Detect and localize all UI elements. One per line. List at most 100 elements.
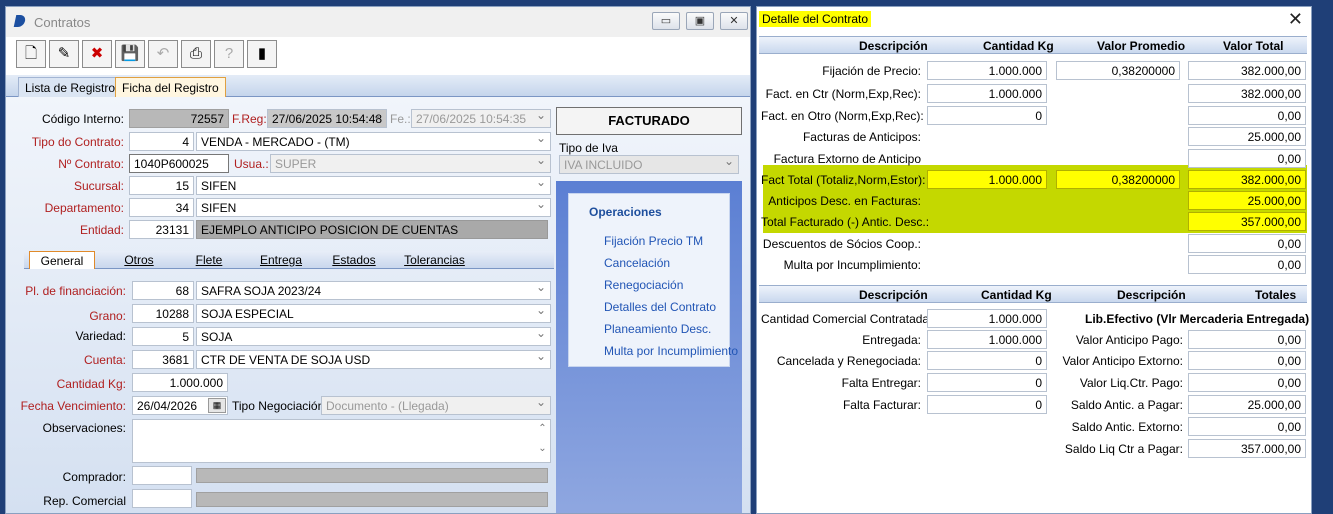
new-document-icon[interactable]: 🗋: [16, 40, 46, 68]
rep-comercial-code[interactable]: [132, 489, 192, 508]
row-promedio[interactable]: 0,38200000: [1056, 170, 1180, 189]
tipo-contrato-label: Tipo do Contrato:: [31, 135, 124, 149]
row-kg[interactable]: 0: [927, 106, 1047, 125]
cuenta-select[interactable]: CTR DE VENTA DE SOJA USD: [196, 350, 551, 369]
row2-kg[interactable]: 1.000.000: [927, 309, 1047, 328]
row2-kg[interactable]: 0: [927, 395, 1047, 414]
nro-contrato-field[interactable]: 1040P600025: [129, 154, 229, 173]
row2r-value[interactable]: 357.000,00: [1188, 439, 1306, 458]
observaciones-textarea[interactable]: [132, 419, 551, 463]
tab-lista-registros[interactable]: Lista de Registros: [18, 77, 129, 97]
freg-field[interactable]: 27/06/2025 10:54:48: [267, 109, 387, 128]
tipo-contrato-select[interactable]: VENDA - MERCADO - (TM): [196, 132, 551, 151]
tab-ficha-registro[interactable]: Ficha del Registro: [115, 77, 226, 97]
cantidad-kg-field[interactable]: 1.000.000: [132, 373, 228, 392]
link-fijacion-precio[interactable]: Fijación Precio TM: [604, 234, 703, 248]
row-total[interactable]: 0,00: [1188, 234, 1306, 253]
tab-general[interactable]: General: [29, 251, 95, 269]
variedad-label: Variedad:: [75, 329, 126, 343]
row2-kg[interactable]: 1.000.000: [927, 330, 1047, 349]
usua-select[interactable]: SUPER: [270, 154, 551, 173]
help-icon[interactable]: ?: [214, 40, 244, 68]
departamento-code[interactable]: 34: [129, 198, 194, 217]
row-total[interactable]: 0,00: [1188, 106, 1306, 125]
hdr2-cantidad-kg: Cantidad Kg: [981, 288, 1052, 302]
row-kg[interactable]: 1.000.000: [927, 84, 1047, 103]
tab-tolerancias[interactable]: Tolerancias: [392, 251, 477, 269]
row2r-label: Saldo Antic. Extorno:: [1071, 420, 1183, 434]
minimize-button[interactable]: ▭: [652, 12, 680, 30]
row2-kg[interactable]: 0: [927, 351, 1047, 370]
comprador-name: [196, 468, 548, 483]
tipo-contrato-code[interactable]: 4: [129, 132, 194, 151]
link-cancelacion[interactable]: Cancelación: [604, 256, 670, 270]
tab-estados[interactable]: Estados: [319, 251, 389, 269]
link-multa-incumplimiento[interactable]: Multa por Incumplimiento: [604, 344, 738, 358]
grano-code[interactable]: 10288: [132, 304, 194, 323]
restore-button[interactable]: ▣: [686, 12, 714, 30]
link-renegociacion[interactable]: Renegociación: [604, 278, 683, 292]
hdr-descripcion: Descripción: [859, 39, 928, 53]
departamento-select[interactable]: SIFEN: [196, 198, 551, 217]
exit-door-icon[interactable]: ▮: [247, 40, 277, 68]
tab-entrega[interactable]: Entrega: [246, 251, 316, 269]
row-total[interactable]: 25.000,00: [1188, 127, 1306, 146]
row-total[interactable]: 0,00: [1188, 149, 1306, 168]
row-total[interactable]: 382.000,00: [1188, 170, 1306, 189]
close-button[interactable]: ✕: [720, 12, 748, 30]
row-total[interactable]: 357.000,00: [1188, 212, 1306, 231]
variedad-code[interactable]: 5: [132, 327, 194, 346]
tipo-negociacion-label: Tipo Negociación:: [232, 399, 328, 413]
row2r-value[interactable]: 0,00: [1188, 330, 1306, 349]
row-promedio[interactable]: 0,38200000: [1056, 61, 1180, 80]
scrollbar[interactable]: ⌃ ⌄: [534, 419, 551, 463]
tipo-iva-select[interactable]: IVA INCLUIDO: [559, 155, 739, 174]
row-total[interactable]: 382.000,00: [1188, 84, 1306, 103]
comprador-code[interactable]: [132, 466, 192, 485]
row-total[interactable]: 25.000,00: [1188, 191, 1306, 210]
undo-icon[interactable]: ↶: [148, 40, 178, 68]
printer-icon[interactable]: ⎙: [181, 40, 211, 68]
tab-otros[interactable]: Otros: [104, 251, 174, 269]
row2-label: Falta Entregar:: [841, 376, 921, 390]
link-detalles-contrato[interactable]: Detalles del Contrato: [604, 300, 716, 314]
calendar-icon[interactable]: ▦: [208, 398, 226, 413]
row2-kg[interactable]: 0: [927, 373, 1047, 392]
close-icon[interactable]: ✕: [1288, 9, 1303, 30]
tipo-negociacion-select[interactable]: Documento - (Llegada): [321, 396, 551, 415]
row2r-value[interactable]: 0,00: [1188, 417, 1306, 436]
row2-label: Cantidad Comercial Contratada:: [761, 312, 933, 326]
tab-flete[interactable]: Flete: [174, 251, 244, 269]
detalle-title: Detalle del Contrato: [759, 11, 872, 27]
edit-document-icon[interactable]: ✎: [49, 40, 79, 68]
row-kg[interactable]: 1.000.000: [927, 61, 1047, 80]
entidad-code[interactable]: 23131: [129, 220, 194, 239]
sucursal-select[interactable]: SIFEN: [196, 176, 551, 195]
row-total[interactable]: 0,00: [1188, 255, 1306, 274]
hdr2-descripcion: Descripción: [859, 288, 928, 302]
row2r-value[interactable]: 0,00: [1188, 351, 1306, 370]
row-total[interactable]: 382.000,00: [1188, 61, 1306, 80]
pl-financiacion-code[interactable]: 68: [132, 281, 194, 300]
pl-financiacion-select[interactable]: SAFRA SOJA 2023/24: [196, 281, 551, 300]
row-label: Fijación de Precio:: [822, 64, 921, 78]
link-planeamiento-desc[interactable]: Planeamiento Desc.: [604, 322, 711, 336]
grano-select[interactable]: SOJA ESPECIAL: [196, 304, 551, 323]
row2r-value[interactable]: 25.000,00: [1188, 395, 1306, 414]
fe-field[interactable]: 27/06/2025 10:54:35: [411, 109, 551, 128]
ficha-panel: Código Interno: 72557 F.Reg: 27/06/2025 …: [6, 97, 750, 513]
row-label: Multa por Incumplimiento:: [783, 258, 921, 272]
cuenta-code[interactable]: 3681: [132, 350, 194, 369]
comprador-label: Comprador:: [62, 470, 126, 484]
sucursal-code[interactable]: 15: [129, 176, 194, 195]
observaciones-label: Observaciones:: [42, 421, 126, 435]
hdr-valor-promedio: Valor Promedio: [1097, 39, 1186, 53]
app-icon: [13, 15, 27, 27]
row2r-value[interactable]: 0,00: [1188, 373, 1306, 392]
delete-document-icon[interactable]: ✖: [82, 40, 112, 68]
save-disk-icon[interactable]: 💾: [115, 40, 145, 68]
contratos-window: Contratos ▭ ▣ ✕ 🗋 ✎ ✖ 💾 ↶ ⎙ ? ▮ Lista de…: [5, 6, 751, 514]
codigo-interno-field[interactable]: 72557: [129, 109, 229, 128]
row-kg[interactable]: 1.000.000: [927, 170, 1047, 189]
variedad-select[interactable]: SOJA: [196, 327, 551, 346]
